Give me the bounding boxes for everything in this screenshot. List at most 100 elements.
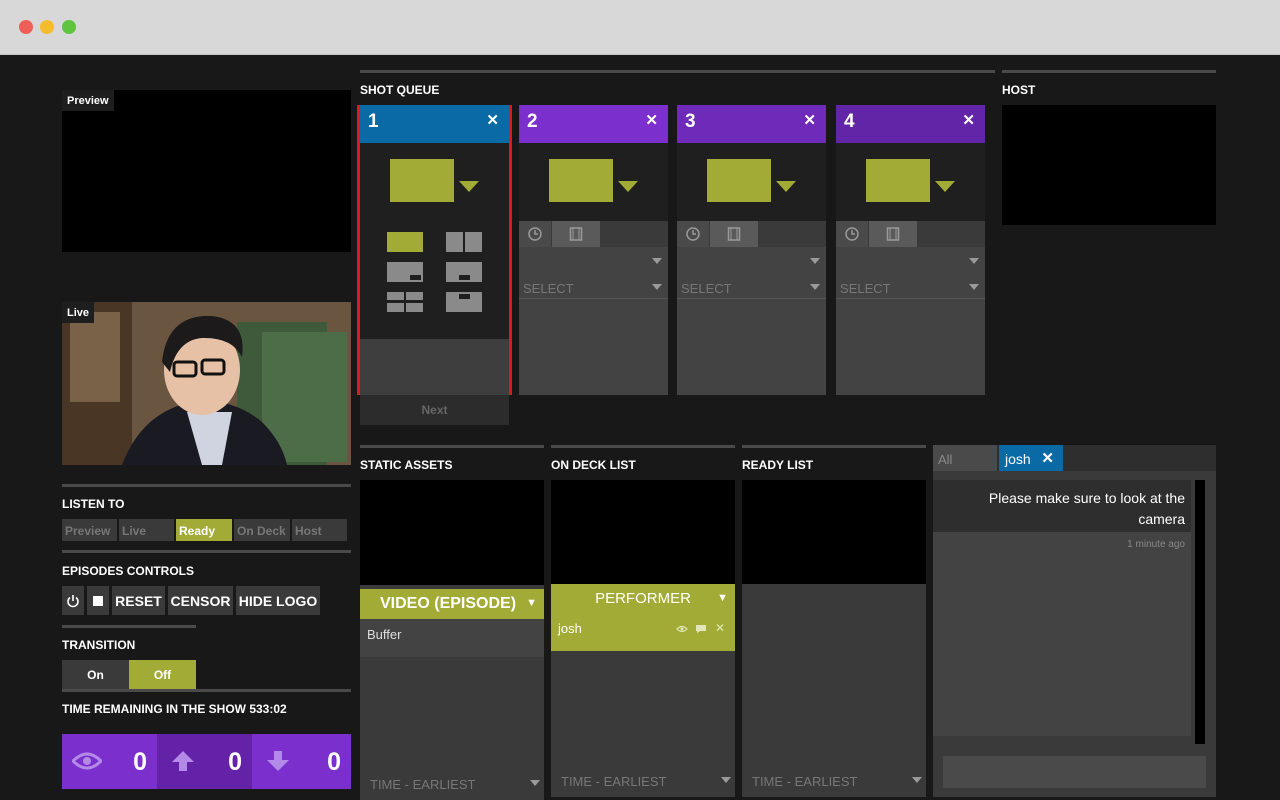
transition-heading: TRANSITION: [62, 638, 136, 652]
sort-select[interactable]: TIME - EARLIEST: [360, 766, 544, 800]
host-heading: HOST: [1002, 83, 1036, 97]
shot-card-2[interactable]: 2 ✕ SELECT: [519, 105, 668, 395]
source-select[interactable]: [836, 249, 985, 273]
clock-tab[interactable]: [519, 221, 551, 247]
chevron-down-icon: [810, 284, 820, 290]
remove-shot-icon[interactable]: ✕: [803, 111, 816, 129]
select-placeholder: SELECT: [523, 281, 574, 296]
chat-tabs: All josh ✕: [933, 445, 1216, 471]
live-video: Live: [62, 302, 351, 465]
list-item[interactable]: josh ✕: [551, 621, 735, 645]
chevron-down-icon: [652, 258, 662, 264]
remove-shot-icon[interactable]: ✕: [486, 111, 499, 129]
chat-icon[interactable]: [695, 624, 707, 634]
performer-group-header[interactable]: PERFORMER ▼: [551, 584, 735, 612]
live-label: Live: [62, 302, 95, 323]
transition-toggle: On Off: [62, 660, 196, 689]
eye-icon: [72, 752, 102, 770]
stop-button[interactable]: [87, 586, 109, 615]
clock-tab[interactable]: [677, 221, 709, 247]
shot-card-4[interactable]: 4 ✕ SELECT: [836, 105, 985, 395]
listen-tab-live[interactable]: Live: [119, 519, 174, 541]
divider: [360, 70, 995, 73]
ready-list-preview: [742, 480, 926, 584]
listen-to-tabs: Preview Live Ready On Deck Host: [62, 519, 351, 541]
layout-dropdown-icon[interactable]: [935, 181, 955, 192]
asset-type-dropdown[interactable]: VIDEO (EPISODE) ▼: [360, 589, 544, 619]
hide-logo-button[interactable]: HIDE LOGO: [236, 586, 320, 615]
listen-to-heading: LISTEN TO: [62, 497, 125, 511]
chat-scrollbar[interactable]: [1195, 480, 1205, 744]
shot-card-header: 1 ✕: [360, 105, 509, 143]
clock-tab[interactable]: [836, 221, 868, 247]
item-select[interactable]: SELECT: [677, 275, 826, 299]
remove-shot-icon[interactable]: ✕: [645, 111, 658, 129]
film-tab[interactable]: [869, 221, 917, 247]
chat-messages: Please make sure to look at the camera 1…: [933, 480, 1191, 736]
listen-tab-host[interactable]: Host: [292, 519, 347, 541]
layout-full-icon[interactable]: [387, 232, 423, 252]
transition-off-button[interactable]: Off: [129, 660, 196, 689]
minimize-window-button[interactable]: [40, 20, 54, 34]
listen-tab-preview[interactable]: Preview: [62, 519, 117, 541]
static-assets-heading: STATIC ASSETS: [360, 458, 453, 472]
layout-dropdown-icon[interactable]: [776, 181, 796, 192]
shot-card-header: 4 ✕: [836, 105, 985, 143]
remove-icon[interactable]: ✕: [715, 621, 725, 635]
layout-pip-top-icon[interactable]: [446, 292, 482, 312]
ready-list-heading: READY LIST: [742, 458, 814, 472]
reset-button[interactable]: RESET: [112, 586, 165, 615]
divider: [62, 484, 351, 487]
views-stat: 0: [62, 734, 157, 789]
layout-preview: [549, 159, 613, 202]
layout-dropdown-icon[interactable]: [459, 181, 479, 192]
film-tab[interactable]: [552, 221, 600, 247]
film-icon: [569, 227, 583, 241]
maximize-window-button[interactable]: [62, 20, 76, 34]
layout-pip-bottom-right-icon[interactable]: [387, 262, 423, 282]
arrow-up-icon: [172, 751, 194, 771]
sort-select[interactable]: TIME - EARLIEST: [551, 763, 735, 797]
app-root: Preview Live LISTEN TO Preview Live Read…: [0, 55, 1280, 800]
chevron-down-icon: [969, 258, 979, 264]
layout-dropdown-icon[interactable]: [618, 181, 638, 192]
item-select[interactable]: SELECT: [836, 275, 985, 299]
shot-card-3[interactable]: 3 ✕ SELECT: [677, 105, 826, 395]
layout-pip-center-icon[interactable]: [446, 262, 482, 282]
window-titlebar: [0, 0, 1280, 55]
static-assets-preview: [360, 480, 544, 585]
episodes-controls: RESET CENSOR HIDE LOGO: [62, 586, 320, 615]
source-select[interactable]: [677, 249, 826, 273]
listen-tab-on-deck[interactable]: On Deck: [234, 519, 290, 541]
eye-icon[interactable]: [676, 625, 688, 633]
remove-shot-icon[interactable]: ✕: [962, 111, 975, 129]
chat-tab-all[interactable]: All: [933, 445, 997, 471]
next-button[interactable]: Next: [360, 395, 509, 425]
layout-grid-icon[interactable]: [387, 292, 423, 312]
downvotes-count: 0: [327, 748, 341, 776]
listen-tab-ready[interactable]: Ready: [176, 519, 232, 541]
downvotes-stat: 0: [252, 734, 351, 789]
sort-select[interactable]: TIME - EARLIEST: [742, 763, 926, 797]
clock-icon: [845, 227, 859, 241]
chat-timestamp: 1 minute ago: [1127, 539, 1185, 550]
transition-on-button[interactable]: On: [62, 660, 129, 689]
source-tabs: [836, 221, 985, 247]
clock-icon: [686, 227, 700, 241]
close-tab-icon[interactable]: ✕: [1041, 449, 1054, 467]
item-select[interactable]: SELECT: [519, 275, 668, 299]
shot-card-1[interactable]: 1 ✕: [357, 105, 512, 395]
power-icon: [67, 594, 79, 607]
power-button[interactable]: [62, 586, 84, 615]
film-tab[interactable]: [710, 221, 758, 247]
chat-tab-josh[interactable]: josh ✕: [999, 445, 1063, 471]
censor-button[interactable]: CENSOR: [168, 586, 233, 615]
layout-split-icon[interactable]: [446, 232, 482, 252]
list-item[interactable]: Buffer: [360, 619, 544, 657]
film-icon: [727, 227, 741, 241]
sort-label: TIME - EARLIEST: [752, 774, 858, 789]
preview-video: Preview: [62, 90, 351, 252]
chat-input[interactable]: [943, 756, 1206, 788]
close-window-button[interactable]: [19, 20, 33, 34]
source-select[interactable]: [519, 249, 668, 273]
